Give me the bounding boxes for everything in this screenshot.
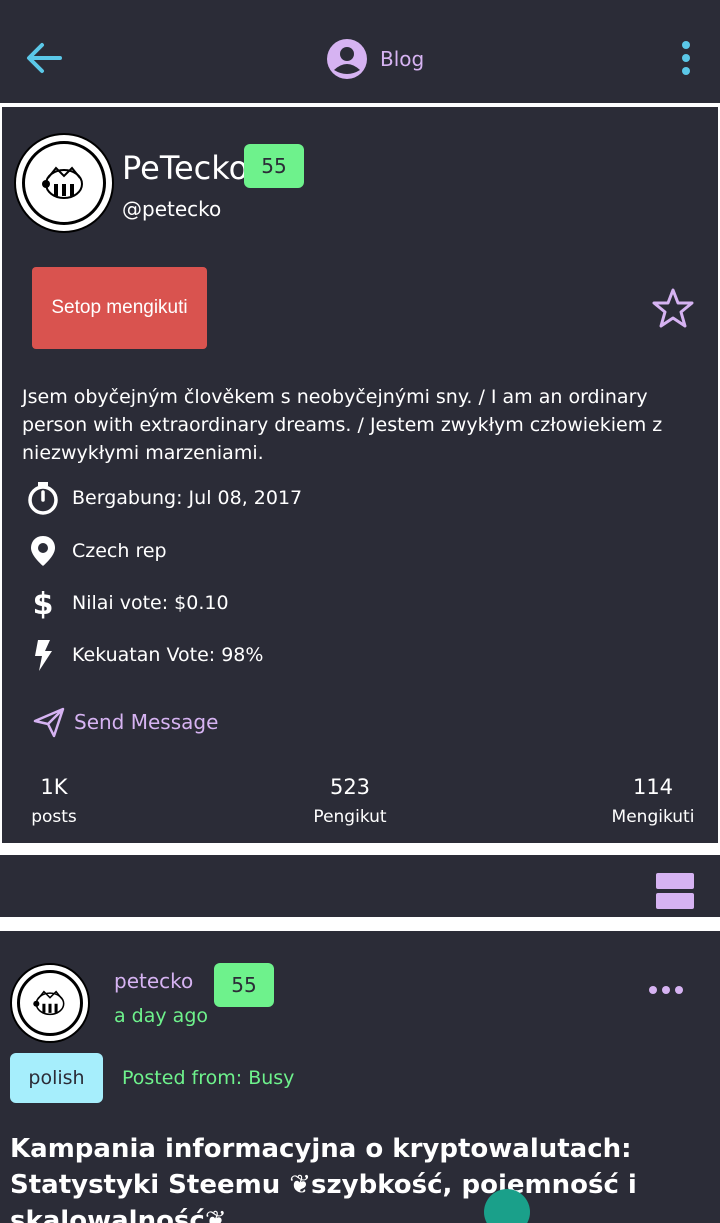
joined-date: Bergabung: Jul 08, 2017 [72,487,303,509]
lightning-icon [35,640,52,671]
send-message-label: Send Message [74,710,219,734]
post-author-name[interactable]: petecko [114,969,193,993]
followers-label: Pengikut [313,807,387,827]
unfollow-button[interactable]: Setop mengikuti [32,267,207,349]
post-tag[interactable]: polish [10,1053,103,1103]
profile-handle: @petecko [122,197,222,221]
reputation-badge: 55 [244,144,304,188]
feed-toolbar [0,855,720,917]
send-message-link[interactable]: Send Message [32,705,218,739]
location-text: Czech rep [72,540,167,562]
post-reputation-badge: 55 [214,963,274,1007]
following-count: 114 [632,775,674,799]
svg-text:$: $ [33,587,54,620]
stat-following[interactable]: 114 Mengikuti [608,775,698,827]
timer-icon [28,482,58,515]
vote-value-row: $ Nilai vote: $0.10 [26,586,229,620]
raccoon-logo-icon [42,166,83,199]
posts-label: posts [31,807,77,827]
view-agenda-icon[interactable] [656,873,694,909]
dollar-icon: $ [33,587,54,620]
joined-row: Bergabung: Jul 08, 2017 [26,481,302,515]
post-card[interactable]: petecko 55 a day ago polish Posted from:… [0,931,720,1223]
map-pin-icon [31,536,55,566]
arrow-left-icon[interactable] [24,38,64,78]
header-title-group: Blog [326,38,424,80]
vote-value-text: Nilai vote: $0.10 [72,592,229,614]
star-outline-icon[interactable] [652,287,694,329]
send-icon [33,707,65,738]
posted-from: Posted from: Busy [122,1067,295,1089]
post-title[interactable]: Kampania informacyjna o kryptowalutach: … [10,1131,710,1223]
stat-posts[interactable]: 1K posts [24,775,84,827]
post-timestamp: a day ago [114,1005,208,1027]
voting-power-text: Kekuatan Vote: 98% [72,644,264,666]
post-author-avatar[interactable] [10,963,90,1043]
more-vertical-icon[interactable] [678,40,694,76]
profile-name: PeTecko [122,149,249,187]
profile-bio: Jsem obyčejným člověkem s neobyčejnými s… [22,386,663,464]
app-header: Blog [0,0,720,103]
raccoon-logo-icon [33,990,65,1016]
posts-count: 1K [40,775,68,799]
account-circle-icon [327,39,367,79]
stat-followers[interactable]: 523 Pengikut [300,775,400,827]
following-label: Mengikuti [611,807,695,827]
page-title: Blog [380,47,425,71]
voting-power-row: Kekuatan Vote: 98% [26,638,263,672]
more-horizontal-icon[interactable] [648,983,684,997]
avatar[interactable] [14,133,114,233]
followers-count: 523 [329,775,371,799]
location-row: Czech rep [26,534,167,568]
profile-card: PeTecko 55 @petecko Setop mengikuti Jsem… [2,107,718,843]
